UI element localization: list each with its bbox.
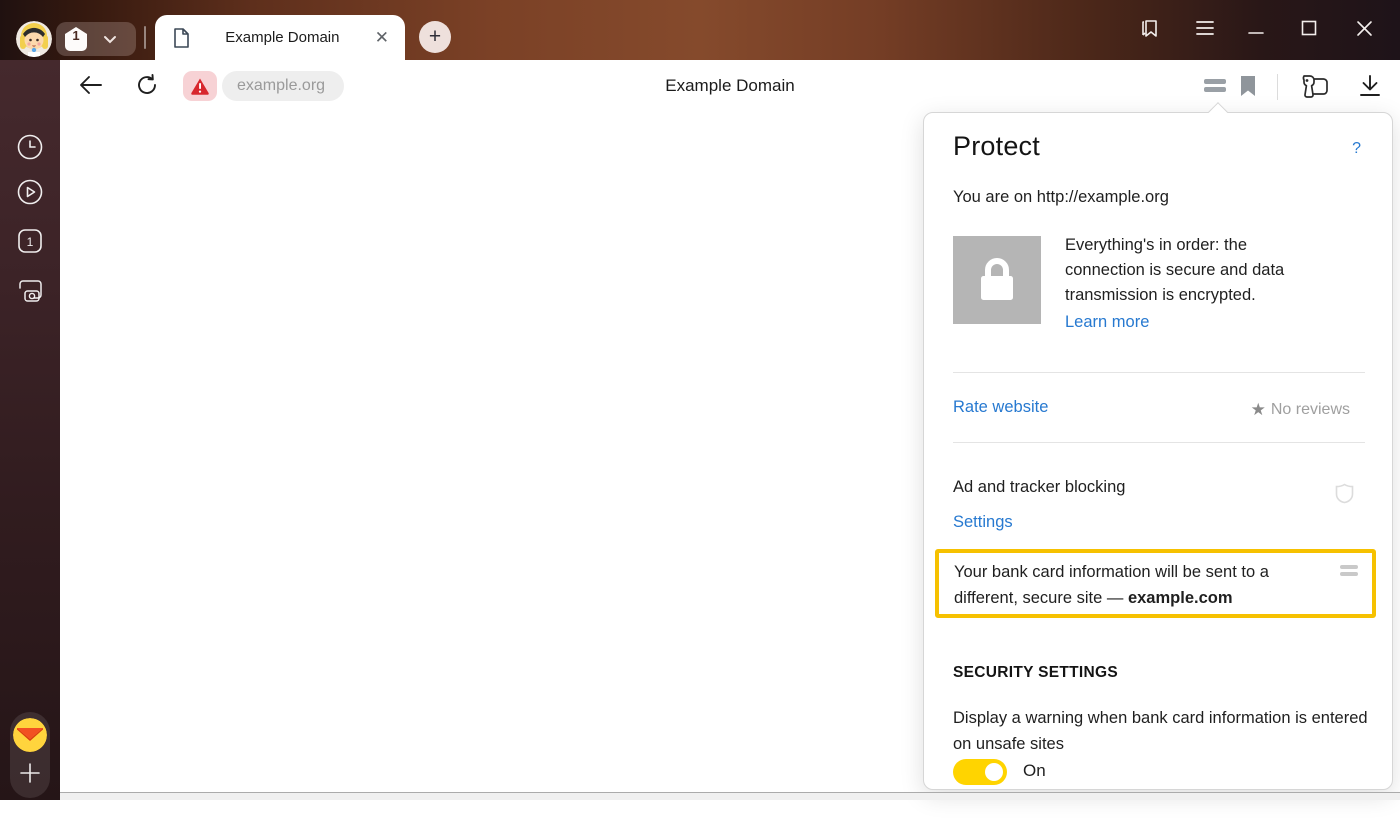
toggle-knob: [985, 763, 1003, 781]
site-warning-badge[interactable]: [183, 71, 217, 101]
help-icon[interactable]: ?: [1352, 140, 1361, 158]
maximize-icon[interactable]: [1301, 13, 1317, 43]
window-titlebar: 1 Example Domain ✕ +: [0, 0, 1400, 60]
rate-website-link[interactable]: Rate website: [953, 398, 1048, 417]
tab-group-switcher[interactable]: 1: [56, 22, 136, 56]
sidebar: 1: [0, 60, 60, 800]
tab-example-domain[interactable]: Example Domain ✕: [155, 15, 405, 60]
toolbar-divider: [1277, 74, 1278, 100]
download-icon[interactable]: [1358, 75, 1382, 97]
security-setting-description: Display a warning when bank card informa…: [953, 705, 1373, 757]
star-icon: ★: [1251, 400, 1266, 420]
tab-close-icon[interactable]: ✕: [375, 29, 389, 46]
tab-group-badge: 1: [61, 25, 91, 53]
reviews-summary: ★ No reviews: [1251, 400, 1350, 420]
window-close-icon[interactable]: [1356, 13, 1373, 43]
new-tab-button[interactable]: +: [419, 21, 451, 53]
extensions-icon[interactable]: [1296, 73, 1330, 101]
bank-card-notice-text: Your bank card information will be sent …: [954, 559, 1324, 611]
lock-icon: [977, 258, 1017, 302]
ad-blocking-label: Ad and tracker blocking: [953, 478, 1125, 497]
collections-icon[interactable]: [1138, 13, 1162, 43]
yandex-mail-icon[interactable]: [13, 718, 47, 752]
page-title: Example Domain: [360, 76, 1100, 96]
reviews-text: No reviews: [1271, 401, 1350, 419]
notice-domain: example.com: [1128, 589, 1233, 607]
tabbar-divider: [144, 26, 146, 49]
tab-title: Example Domain: [190, 29, 375, 46]
bank-card-icon: [1340, 565, 1358, 579]
sidebar-more-icon[interactable]: [0, 824, 60, 829]
bookmark-icon[interactable]: [1240, 76, 1256, 96]
warning-toggle[interactable]: [953, 759, 1007, 785]
connection-status-tile: [953, 236, 1041, 324]
screenshot-icon[interactable]: [17, 278, 43, 304]
warning-triangle-icon: [190, 77, 210, 95]
avatar-girl-icon: [16, 21, 52, 57]
reload-icon[interactable]: [136, 74, 158, 96]
divider: [953, 442, 1365, 443]
chevron-down-icon[interactable]: [103, 35, 117, 44]
media-play-icon[interactable]: [17, 179, 43, 205]
protect-panel: Protect ? You are on http://example.org …: [923, 112, 1393, 790]
learn-more-link[interactable]: Learn more: [1065, 313, 1149, 332]
add-app-icon[interactable]: [17, 760, 43, 786]
back-icon[interactable]: [79, 75, 103, 95]
shield-icon: [1335, 483, 1354, 504]
menu-icon[interactable]: [1196, 13, 1214, 43]
tab-group-count: 1: [61, 28, 91, 43]
address-bar[interactable]: example.org: [222, 71, 344, 101]
notice-separator: —: [1102, 589, 1128, 607]
bank-card-notice: Your bank card information will be sent …: [935, 549, 1376, 618]
panel-title: Protect: [953, 131, 1040, 162]
profile-avatar[interactable]: [16, 21, 52, 57]
address-text: example.org: [237, 77, 325, 95]
security-settings-header: SECURITY SETTINGS: [953, 664, 1118, 682]
page-favicon-icon: [173, 28, 190, 48]
connection-status-text: Everything's in order: the connection is…: [1065, 233, 1327, 308]
ad-blocking-settings-link[interactable]: Settings: [953, 513, 1013, 532]
history-icon[interactable]: [17, 134, 43, 160]
minimize-icon[interactable]: [1248, 13, 1264, 43]
window-bottom-strip: [60, 793, 1400, 800]
all-tabs-icon[interactable]: 1: [17, 228, 43, 254]
sidebar-tab-count: 1: [27, 235, 34, 249]
current-site-text: You are on http://example.org: [953, 188, 1169, 207]
toggle-state-label: On: [1023, 761, 1046, 781]
protect-panel-icon[interactable]: [1204, 79, 1226, 95]
divider: [953, 372, 1365, 373]
